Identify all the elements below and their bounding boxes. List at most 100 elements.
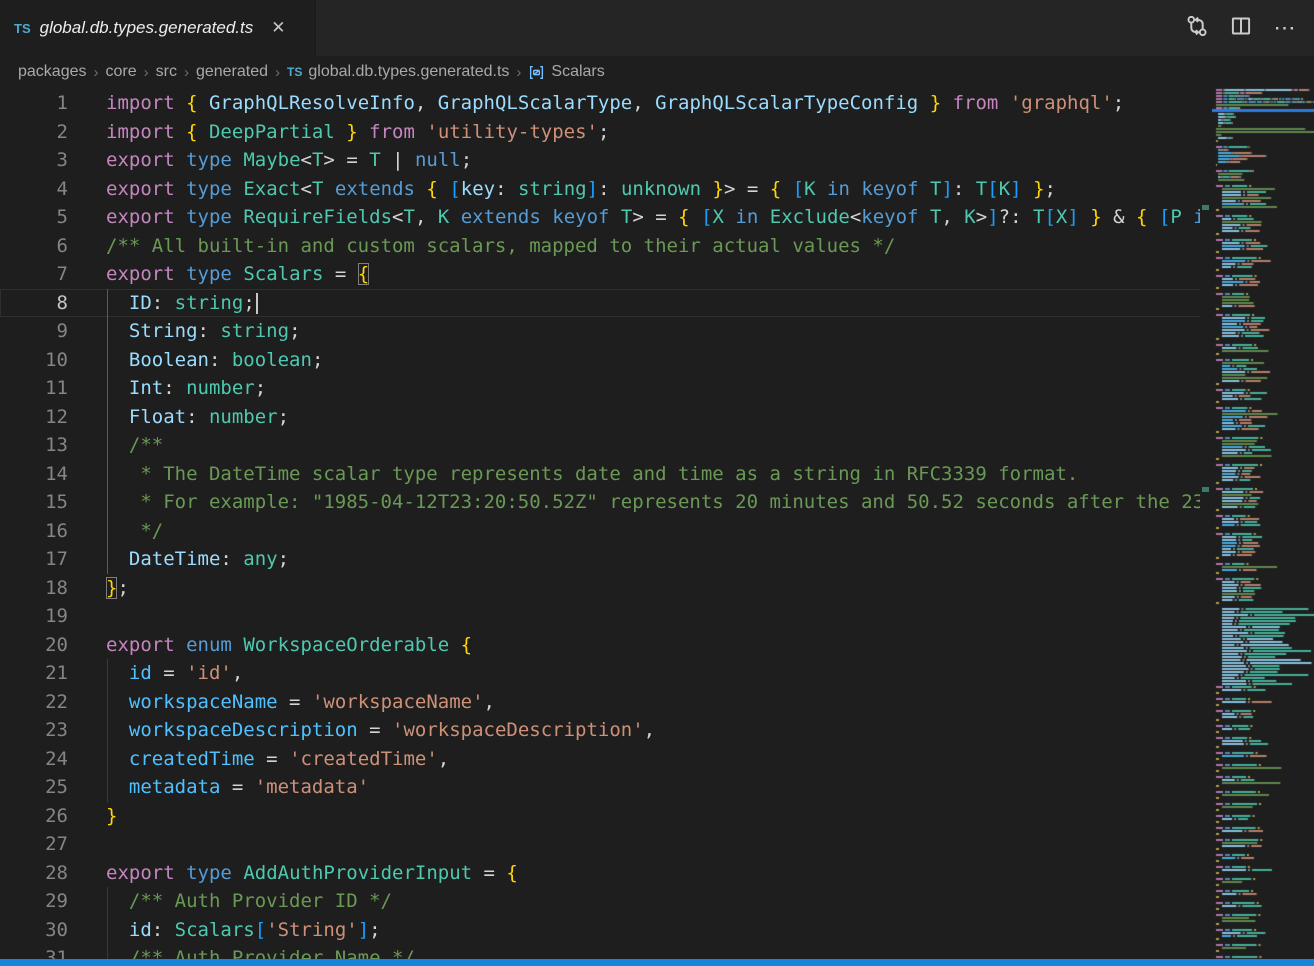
line-number[interactable]: 20: [0, 631, 68, 660]
line-number[interactable]: 17: [0, 545, 68, 574]
code-line-22[interactable]: 22 workspaceName = 'workspaceName',: [0, 688, 1206, 717]
line-number[interactable]: 29: [0, 887, 68, 916]
line-number[interactable]: 27: [0, 830, 68, 859]
line-number[interactable]: 18: [0, 574, 68, 603]
line-number[interactable]: 3: [0, 146, 68, 175]
code-editor: 1import { GraphQLResolveInfo, GraphQLSca…: [0, 88, 1206, 959]
code-line-21[interactable]: 21 id = 'id',: [0, 659, 1206, 688]
typescript-file-icon: TS: [287, 65, 302, 79]
indent-guide: [107, 431, 108, 460]
breadcrumb-item-generated[interactable]: generated: [196, 63, 268, 81]
code-line-16[interactable]: 16 */: [0, 517, 1206, 546]
tab-title: global.db.types.generated.ts: [40, 18, 254, 38]
code-text: id = 'id',: [68, 659, 243, 688]
line-number[interactable]: 22: [0, 688, 68, 717]
line-number[interactable]: 6: [0, 232, 68, 261]
line-number[interactable]: 28: [0, 859, 68, 888]
code-line-4[interactable]: 4export type Exact<T extends { [key: str…: [0, 175, 1206, 204]
code-text: * The DateTime scalar type represents da…: [68, 460, 1078, 489]
code-line-2[interactable]: 2import { DeepPartial } from 'utility-ty…: [0, 118, 1206, 147]
code-text: workspaceName = 'workspaceName',: [68, 688, 495, 717]
code-line-19[interactable]: 19: [0, 602, 1206, 631]
line-number[interactable]: 21: [0, 659, 68, 688]
code-line-3[interactable]: 3export type Maybe<T> = T | null;: [0, 146, 1206, 175]
line-number[interactable]: 1: [0, 89, 68, 118]
breadcrumb-label: generated: [196, 63, 268, 81]
open-changes-icon: [1185, 14, 1209, 43]
breadcrumb-label: global.db.types.generated.ts: [308, 63, 509, 81]
breadcrumb-label: packages: [18, 63, 87, 81]
code-line-29[interactable]: 29 /** Auth Provider ID */: [0, 887, 1206, 916]
code-line-7[interactable]: 7export type Scalars = {: [0, 260, 1206, 289]
line-number[interactable]: 16: [0, 517, 68, 546]
line-number[interactable]: 15: [0, 488, 68, 517]
line-number[interactable]: 4: [0, 175, 68, 204]
code-text: workspaceDescription = 'workspaceDescrip…: [68, 716, 655, 745]
code-line-11[interactable]: 11 Int: number;: [0, 374, 1206, 403]
tab-close-icon[interactable]: ✕: [267, 16, 289, 40]
line-number[interactable]: 23: [0, 716, 68, 745]
line-number[interactable]: 2: [0, 118, 68, 147]
line-number[interactable]: 5: [0, 203, 68, 232]
indent-guide: [107, 887, 108, 916]
code-line-13[interactable]: 13 /**: [0, 431, 1206, 460]
code-line-27[interactable]: 27: [0, 830, 1206, 859]
breadcrumb-item-core[interactable]: core: [106, 63, 137, 81]
code-line-9[interactable]: 9 String: string;: [0, 317, 1206, 346]
code-line-15[interactable]: 15 * For example: "1985-04-12T23:20:50.5…: [0, 488, 1206, 517]
line-number[interactable]: 24: [0, 745, 68, 774]
code-line-5[interactable]: 5export type RequireFields<T, K extends …: [0, 203, 1206, 232]
line-number[interactable]: 31: [0, 944, 68, 959]
breadcrumb-item-scalars[interactable]: Scalars: [528, 63, 604, 81]
line-number[interactable]: 30: [0, 916, 68, 945]
overview-ruler[interactable]: [1200, 88, 1212, 959]
line-number[interactable]: 7: [0, 260, 68, 289]
code-line-26[interactable]: 26}: [0, 802, 1206, 831]
code-line-12[interactable]: 12 Float: number;: [0, 403, 1206, 432]
line-number[interactable]: 11: [0, 374, 68, 403]
split-editor-button[interactable]: [1226, 13, 1256, 43]
tab-global-db-types[interactable]: TS global.db.types.generated.ts ✕: [0, 0, 316, 56]
open-changes-button[interactable]: [1182, 13, 1212, 43]
code-text: DateTime: any;: [68, 545, 289, 574]
code-text: /** All built-in and custom scalars, map…: [68, 232, 895, 261]
breadcrumb: packages›core›src›generated›TSglobal.db.…: [0, 56, 1314, 88]
line-number[interactable]: 14: [0, 460, 68, 489]
code-line-31[interactable]: 31 /** Auth Provider Name */: [0, 944, 1206, 959]
code-line-20[interactable]: 20export enum WorkspaceOrderable {: [0, 631, 1206, 660]
line-number[interactable]: 8: [0, 289, 68, 318]
breadcrumb-item-packages[interactable]: packages: [18, 63, 87, 81]
ellipsis-icon: ⋯: [1274, 23, 1297, 33]
line-number[interactable]: 10: [0, 346, 68, 375]
breadcrumb-item-global-db-types-generated-ts[interactable]: TS global.db.types.generated.ts: [287, 63, 509, 81]
code-text: export type Maybe<T> = T | null;: [68, 146, 472, 175]
minimap[interactable]: [1212, 88, 1314, 959]
more-actions-button[interactable]: ⋯: [1270, 13, 1300, 43]
code-line-28[interactable]: 28export type AddAuthProviderInput = {: [0, 859, 1206, 888]
line-number[interactable]: 19: [0, 602, 68, 631]
indent-guide: [107, 745, 108, 774]
code-line-30[interactable]: 30 id: Scalars['String'];: [0, 916, 1206, 945]
line-number[interactable]: 9: [0, 317, 68, 346]
code-line-17[interactable]: 17 DateTime: any;: [0, 545, 1206, 574]
code-line-25[interactable]: 25 metadata = 'metadata': [0, 773, 1206, 802]
indent-guide: [107, 289, 108, 318]
code-line-1[interactable]: 1import { GraphQLResolveInfo, GraphQLSca…: [0, 89, 1206, 118]
indent-guide: [107, 346, 108, 375]
code-text: import { DeepPartial } from 'utility-typ…: [68, 118, 609, 147]
code-line-8[interactable]: 8 ID: string;: [0, 289, 1206, 318]
code-line-23[interactable]: 23 workspaceDescription = 'workspaceDesc…: [0, 716, 1206, 745]
code-line-18[interactable]: 18};: [0, 574, 1206, 603]
line-number[interactable]: 13: [0, 431, 68, 460]
code-line-10[interactable]: 10 Boolean: boolean;: [0, 346, 1206, 375]
code-text: export type Exact<T extends { [key: stri…: [68, 175, 1056, 204]
code-line-14[interactable]: 14 * The DateTime scalar type represents…: [0, 460, 1206, 489]
breadcrumb-item-src[interactable]: src: [156, 63, 177, 81]
line-number[interactable]: 12: [0, 403, 68, 432]
line-number[interactable]: 25: [0, 773, 68, 802]
code-text: [68, 602, 106, 631]
code-line-6[interactable]: 6/** All built-in and custom scalars, ma…: [0, 232, 1206, 261]
symbol-type-icon: [528, 64, 545, 81]
line-number[interactable]: 26: [0, 802, 68, 831]
code-line-24[interactable]: 24 createdTime = 'createdTime',: [0, 745, 1206, 774]
